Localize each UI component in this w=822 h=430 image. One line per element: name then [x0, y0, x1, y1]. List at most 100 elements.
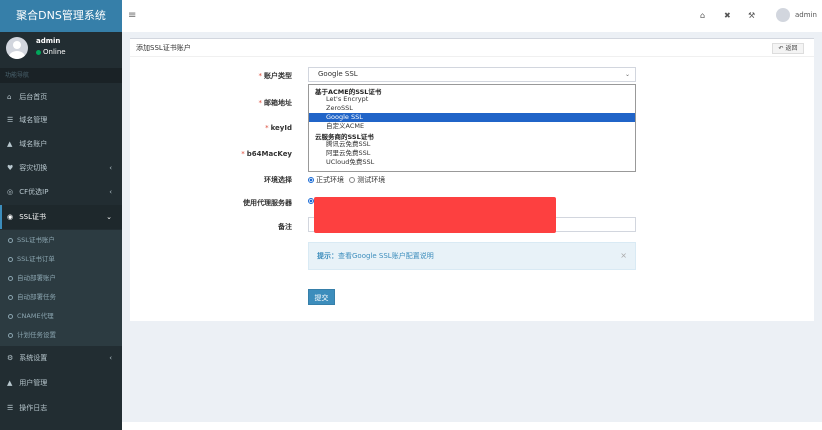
- user-status-text: Online: [43, 48, 66, 56]
- user-icon: ▲: [7, 379, 13, 387]
- chevron-down-icon: ⌄: [624, 71, 630, 78]
- sidebar-item-label: 系统设置: [19, 354, 48, 362]
- label-text: keyId: [270, 124, 292, 132]
- home-icon[interactable]: ⌂: [700, 11, 705, 20]
- chevron-left-icon: ‹: [109, 188, 112, 196]
- required-mark: *: [258, 72, 263, 80]
- dropdown-option-tencent[interactable]: 腾讯云免费SSL: [309, 140, 635, 149]
- chevron-left-icon: ‹: [109, 354, 112, 362]
- fullscreen-icon[interactable]: ✖: [724, 11, 731, 20]
- label-text: 账户类型: [264, 72, 292, 80]
- dropdown-option-aliyun[interactable]: 阿里云免费SSL: [309, 149, 635, 158]
- env-radio-production[interactable]: 正式环境: [308, 176, 344, 184]
- app-title[interactable]: 聚合DNS管理系统: [0, 0, 122, 32]
- env-radio-group: 正式环境 测试环境: [308, 175, 385, 185]
- user-panel: admin Online: [0, 32, 122, 66]
- ssl-submenu: SSL证书账户 SSL证书订单 自动部署账户 自动部署任务 CNAME代理 计划…: [0, 230, 122, 346]
- avatar[interactable]: [776, 8, 790, 22]
- label-proxy: 使用代理服务器: [172, 198, 292, 208]
- sidebar-item-domain-accounts[interactable]: ▲ 域名账户: [0, 132, 122, 156]
- lock-icon: ▲: [7, 140, 13, 148]
- label-env: 环境选择: [172, 175, 292, 185]
- radio-label: 正式环境: [316, 176, 344, 184]
- hint-alert: 提示：查看Google SSL账户配置说明 ×: [308, 242, 636, 270]
- sidebar-item-settings[interactable]: ⚙ 系统设置 ‹: [0, 346, 122, 370]
- submenu-label: 自动部署任务: [17, 293, 56, 301]
- sidebar-item-ssl[interactable]: ◉ SSL证书 ⌄: [0, 205, 122, 229]
- label-text: 备注: [278, 223, 292, 231]
- submit-button[interactable]: 提交: [308, 289, 335, 305]
- submenu-item-cname-proxy[interactable]: CNAME代理: [0, 307, 122, 326]
- submenu-item-ssl-orders[interactable]: SSL证书订单: [0, 250, 122, 269]
- sidebar-item-label: 域名账户: [19, 140, 48, 148]
- sidebar-item-users[interactable]: ▲ 用户管理: [0, 371, 122, 395]
- sidebar-item-home[interactable]: ⌂ 后台首页: [0, 85, 122, 109]
- globe-icon: ◉: [7, 213, 14, 221]
- box-header: 添加SSL证书账户 ↶ 返回: [130, 39, 814, 57]
- circle-icon: [8, 256, 13, 262]
- list-icon: ☰: [7, 404, 14, 412]
- label-email: * 邮箱地址: [172, 98, 293, 108]
- sidebar-item-label: 用户管理: [19, 379, 48, 387]
- submenu-label: 计划任务设置: [17, 331, 56, 339]
- dropdown-option-letsencrypt[interactable]: Let's Encrypt: [309, 95, 635, 104]
- label-text: 环境选择: [264, 176, 292, 184]
- dropdown-option-custom-acme[interactable]: 自定义ACME: [309, 122, 635, 131]
- sidebar-item-failover[interactable]: ♥ 容灾切换 ‹: [0, 156, 122, 180]
- submenu-label: SSL证书订单: [17, 255, 55, 263]
- dropdown-option-zerossl[interactable]: ZeroSSL: [309, 104, 635, 113]
- list-icon: ☰: [7, 116, 14, 124]
- required-mark: *: [241, 150, 245, 158]
- select-value: Google SSL: [318, 70, 358, 78]
- alert-link[interactable]: 查看Google SSL账户配置说明: [338, 252, 434, 260]
- circle-icon: [8, 313, 13, 319]
- label-text: b64MacKey: [246, 150, 292, 158]
- close-icon[interactable]: ×: [620, 243, 627, 269]
- radio-label: 测试环境: [357, 176, 386, 184]
- sidebar-item-domains[interactable]: ☰ 域名管理: [0, 108, 122, 132]
- back-arrow-icon: ↶: [778, 45, 784, 52]
- submenu-item-schedule[interactable]: 计划任务设置: [0, 326, 122, 345]
- sidebar-item-label: CF优选IP: [19, 188, 49, 196]
- wrench-icon[interactable]: ⚒: [748, 11, 755, 20]
- circle-icon: [8, 275, 13, 281]
- sidebar-item-label: 后台首页: [19, 93, 48, 101]
- dropdown-option-ucloud[interactable]: UCloud免费SSL: [309, 158, 635, 167]
- submenu-item-ssl-accounts[interactable]: SSL证书账户: [0, 231, 122, 250]
- online-dot-icon: [36, 49, 41, 55]
- user-name: admin: [36, 37, 61, 45]
- account-type-dropdown[interactable]: 基于ACME的SSL证书 Let's Encrypt ZeroSSL Googl…: [308, 84, 636, 172]
- label-remark: 备注: [172, 222, 292, 232]
- alert-label: 提示：: [317, 252, 338, 260]
- topbar: ≡ ⌂ ✖ ⚒ admin: [122, 0, 822, 32]
- submenu-item-deploy-tasks[interactable]: 自动部署任务: [0, 288, 122, 307]
- sidebar-item-label: 容灾切换: [19, 164, 48, 172]
- dropdown-option-google-ssl[interactable]: Google SSL: [309, 113, 635, 122]
- nav-header: 功能导航: [0, 68, 122, 83]
- avatar: [6, 37, 28, 59]
- label-b64mackey: * b64MacKey: [172, 150, 292, 158]
- redaction-block: [314, 197, 556, 233]
- sidebar-item-logs[interactable]: ☰ 操作日志: [0, 396, 122, 420]
- heart-icon: ♥: [7, 164, 14, 172]
- form-box: 添加SSL证书账户 ↶ 返回 * 账户类型 Google SSL ⌄ 基于ACME…: [130, 38, 814, 321]
- sidebar-item-cf-ip[interactable]: ◎ CF优选IP ‹: [0, 180, 122, 204]
- page-title: 添加SSL证书账户: [136, 44, 191, 52]
- env-radio-test[interactable]: 测试环境: [349, 176, 385, 184]
- globe-icon: ◎: [7, 188, 14, 196]
- back-label: 返回: [785, 45, 798, 52]
- back-button[interactable]: ↶ 返回: [772, 43, 804, 54]
- sidebar: 聚合DNS管理系统 admin Online 功能导航 ⌂ 后台首页 ☰ 域名管…: [0, 0, 122, 430]
- required-mark: *: [258, 99, 263, 107]
- menu-toggle-icon[interactable]: ≡: [128, 10, 136, 21]
- circle-icon: [8, 332, 13, 338]
- radio-icon: [349, 177, 356, 183]
- topbar-user[interactable]: admin: [795, 11, 817, 19]
- label-account-type: * 账户类型: [172, 71, 293, 81]
- account-type-select[interactable]: Google SSL ⌄: [308, 67, 636, 82]
- home-icon: ⌂: [7, 93, 12, 101]
- radio-checked-icon: [308, 177, 314, 183]
- chevron-left-icon: ‹: [109, 164, 112, 172]
- submenu-item-deploy-accounts[interactable]: 自动部署账户: [0, 269, 122, 288]
- sidebar-item-label: 操作日志: [19, 404, 48, 412]
